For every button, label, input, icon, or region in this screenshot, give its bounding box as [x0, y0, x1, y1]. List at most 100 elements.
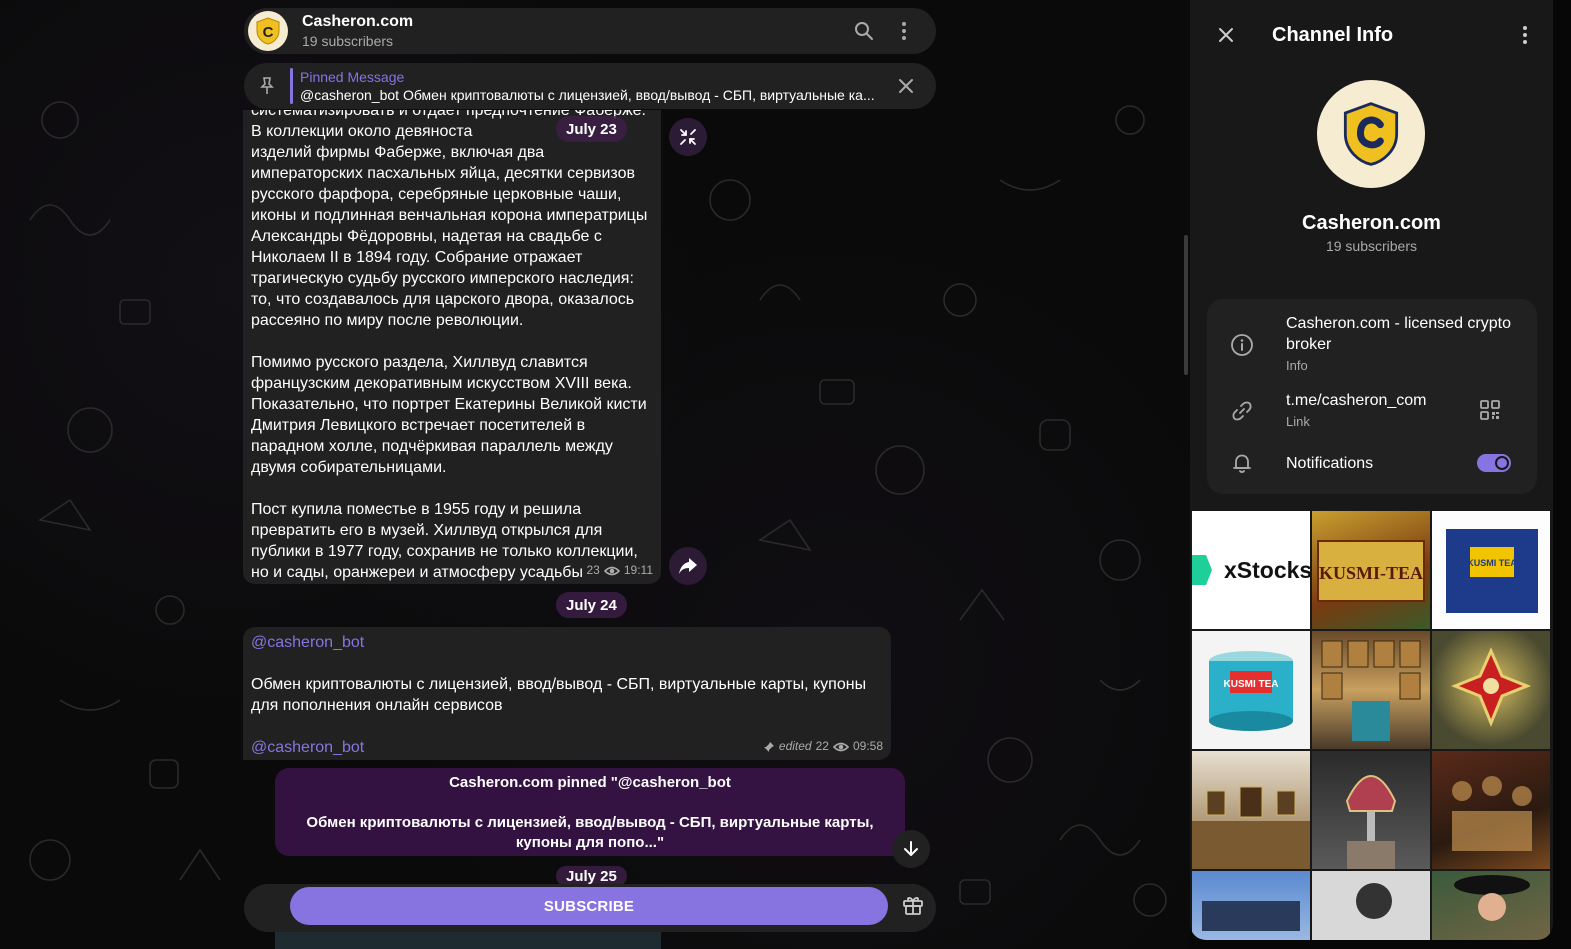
channel-subscribers: 19 subscribers	[302, 33, 394, 49]
search-button[interactable]	[844, 11, 884, 51]
museum-hall-photo	[1192, 786, 1310, 869]
message-bubble[interactable]: систематизировать и отдает предпочтение …	[243, 110, 661, 584]
channel-avatar-large[interactable]	[1317, 80, 1425, 188]
portrait-painting-photo	[1454, 875, 1530, 921]
pinned-indicator	[290, 68, 293, 104]
pin-icon	[260, 77, 274, 94]
message-paragraph-2: Помимо русского раздела, Хиллвуд славитс…	[251, 354, 647, 476]
link-label: Link	[1286, 414, 1310, 429]
qr-code-icon	[1480, 400, 1500, 420]
scroll-down-button[interactable]	[892, 830, 930, 868]
message-bubble[interactable]: @casheron_bot Обмен криптовалюты с лицен…	[243, 627, 891, 760]
message-text: Обмен криптовалюты с лицензией, ввод/выв…	[251, 676, 867, 714]
crown-photo	[1345, 775, 1397, 869]
tile-text: xStocks	[1224, 557, 1310, 583]
date-chip: July 24	[556, 592, 627, 618]
more-menu-button[interactable]	[884, 11, 924, 51]
casheron-logo-icon	[1343, 102, 1399, 166]
eye-icon	[832, 742, 849, 751]
service-message[interactable]: Casheron.com pinned "@casheron_bot Обмен…	[275, 768, 905, 856]
qr-code-button[interactable]	[1479, 399, 1501, 426]
info-icon	[1229, 332, 1255, 358]
message-meta: 23 19:11	[587, 560, 654, 581]
view-count: 22	[815, 739, 829, 753]
bot-link[interactable]: @casheron_bot	[251, 632, 883, 653]
message-meta: edited 22 09:58	[763, 736, 883, 757]
message-text-line: изделий фирмы Фаберже, включая два	[251, 144, 545, 161]
panel-header: Channel Info	[1190, 0, 1553, 70]
media-tile[interactable]	[1432, 631, 1550, 749]
media-tile[interactable]: KUSMI TEA	[1192, 631, 1310, 749]
painting-photo	[1452, 776, 1532, 851]
gift-button[interactable]	[898, 890, 928, 920]
eye-icon	[603, 566, 620, 575]
pin-list-button[interactable]	[252, 76, 282, 96]
collapse-icon	[680, 129, 696, 145]
close-panel-button[interactable]	[1212, 21, 1240, 49]
message-paragraph-1: императорских пасхальных яйца, десятки с…	[251, 165, 648, 329]
media-grid: xStocks KUSMI-TEA KUSMI TEA KUSMI TEA	[1192, 511, 1552, 940]
media-tile[interactable]: KUSMI TEA	[1432, 511, 1550, 629]
notifications-label: Notifications	[1286, 455, 1374, 472]
bell-icon	[1229, 450, 1255, 476]
avatar-letter: C	[263, 24, 274, 41]
estate-photo	[1202, 901, 1300, 931]
more-vertical-icon	[1523, 26, 1527, 44]
order-cross-photo	[1450, 647, 1532, 727]
close-icon	[1219, 28, 1233, 42]
edited-label: edited	[778, 739, 812, 753]
chat-area: систематизировать и отдает предпочтение …	[0, 0, 1190, 949]
chat-scrollbar[interactable]	[1184, 235, 1188, 375]
media-tile[interactable]	[1312, 631, 1430, 749]
kusmi-tea-box-image: KUSMI TEA	[1446, 529, 1538, 613]
icon-collection-photo	[1321, 640, 1421, 741]
arrow-down-icon	[904, 841, 918, 856]
channel-info-panel: Channel Info Casheron.com 19 subscribers…	[1190, 0, 1553, 940]
search-icon	[855, 22, 873, 40]
forward-button[interactable]	[669, 547, 707, 585]
info-card: Casheron.com - licensed crypto broker In…	[1207, 299, 1537, 494]
next-message-preview	[275, 930, 661, 949]
channel-link: t.me/casheron_com	[1286, 392, 1427, 409]
gift-icon	[903, 897, 923, 915]
link-icon	[1229, 398, 1255, 424]
channel-subscribers: 19 subscribers	[1325, 238, 1418, 254]
kusmi-tea-tin-image: KUSMI-TEA	[1317, 540, 1425, 602]
subscribe-button[interactable]: SUBSCRIBE	[290, 887, 888, 925]
notifications-toggle[interactable]	[1477, 454, 1511, 472]
media-tile[interactable]: KUSMI-TEA	[1312, 511, 1430, 629]
service-line-2: Обмен криптовалюты с лицензией, ввод/выв…	[306, 814, 874, 851]
media-tile[interactable]: xStocks	[1192, 511, 1310, 629]
channel-avatar[interactable]: C	[248, 11, 288, 51]
media-tile[interactable]	[1312, 751, 1430, 869]
chat-header[interactable]: C Casheron.com 19 subscribers	[244, 8, 936, 54]
xstocks-logo-icon: xStocks	[1192, 555, 1310, 585]
channel-title: Casheron.com	[302, 13, 414, 30]
date-chip: July 23	[556, 116, 627, 142]
message-time: 19:11	[623, 563, 653, 577]
media-tile[interactable]	[1312, 871, 1430, 940]
pin-icon	[763, 741, 774, 752]
more-vertical-icon	[902, 22, 906, 40]
collapse-button[interactable]	[669, 118, 707, 156]
service-line-1: Casheron.com pinned "@casheron_bot	[449, 774, 731, 791]
panel-more-button[interactable]	[1511, 21, 1539, 49]
casheron-logo-icon: C	[256, 17, 280, 45]
forward-icon	[679, 558, 697, 574]
pinned-text: @casheron_bot Обмен криптовалюты с лицен…	[300, 87, 875, 103]
panel-title: Channel Info	[1272, 23, 1394, 46]
media-tile[interactable]	[1192, 751, 1310, 869]
media-tile[interactable]	[1432, 871, 1550, 940]
tile-text: KUSMI-TEA	[1319, 563, 1423, 583]
media-tile[interactable]	[1192, 871, 1310, 940]
pinned-message-bar[interactable]: Pinned Message @casheron_bot Обмен крипт…	[244, 63, 936, 109]
view-count: 23	[586, 563, 600, 577]
pinned-title: Pinned Message	[300, 69, 405, 85]
media-tile[interactable]	[1432, 751, 1550, 869]
tile-text: KUSMI TEA	[1467, 558, 1517, 568]
unpin-button[interactable]	[886, 66, 926, 106]
tile-text: KUSMI TEA	[1224, 679, 1279, 690]
close-icon	[899, 79, 913, 93]
kusmi-tea-blue-tin-image: KUSMI TEA	[1209, 651, 1293, 731]
date-chip: July 25	[556, 866, 627, 886]
